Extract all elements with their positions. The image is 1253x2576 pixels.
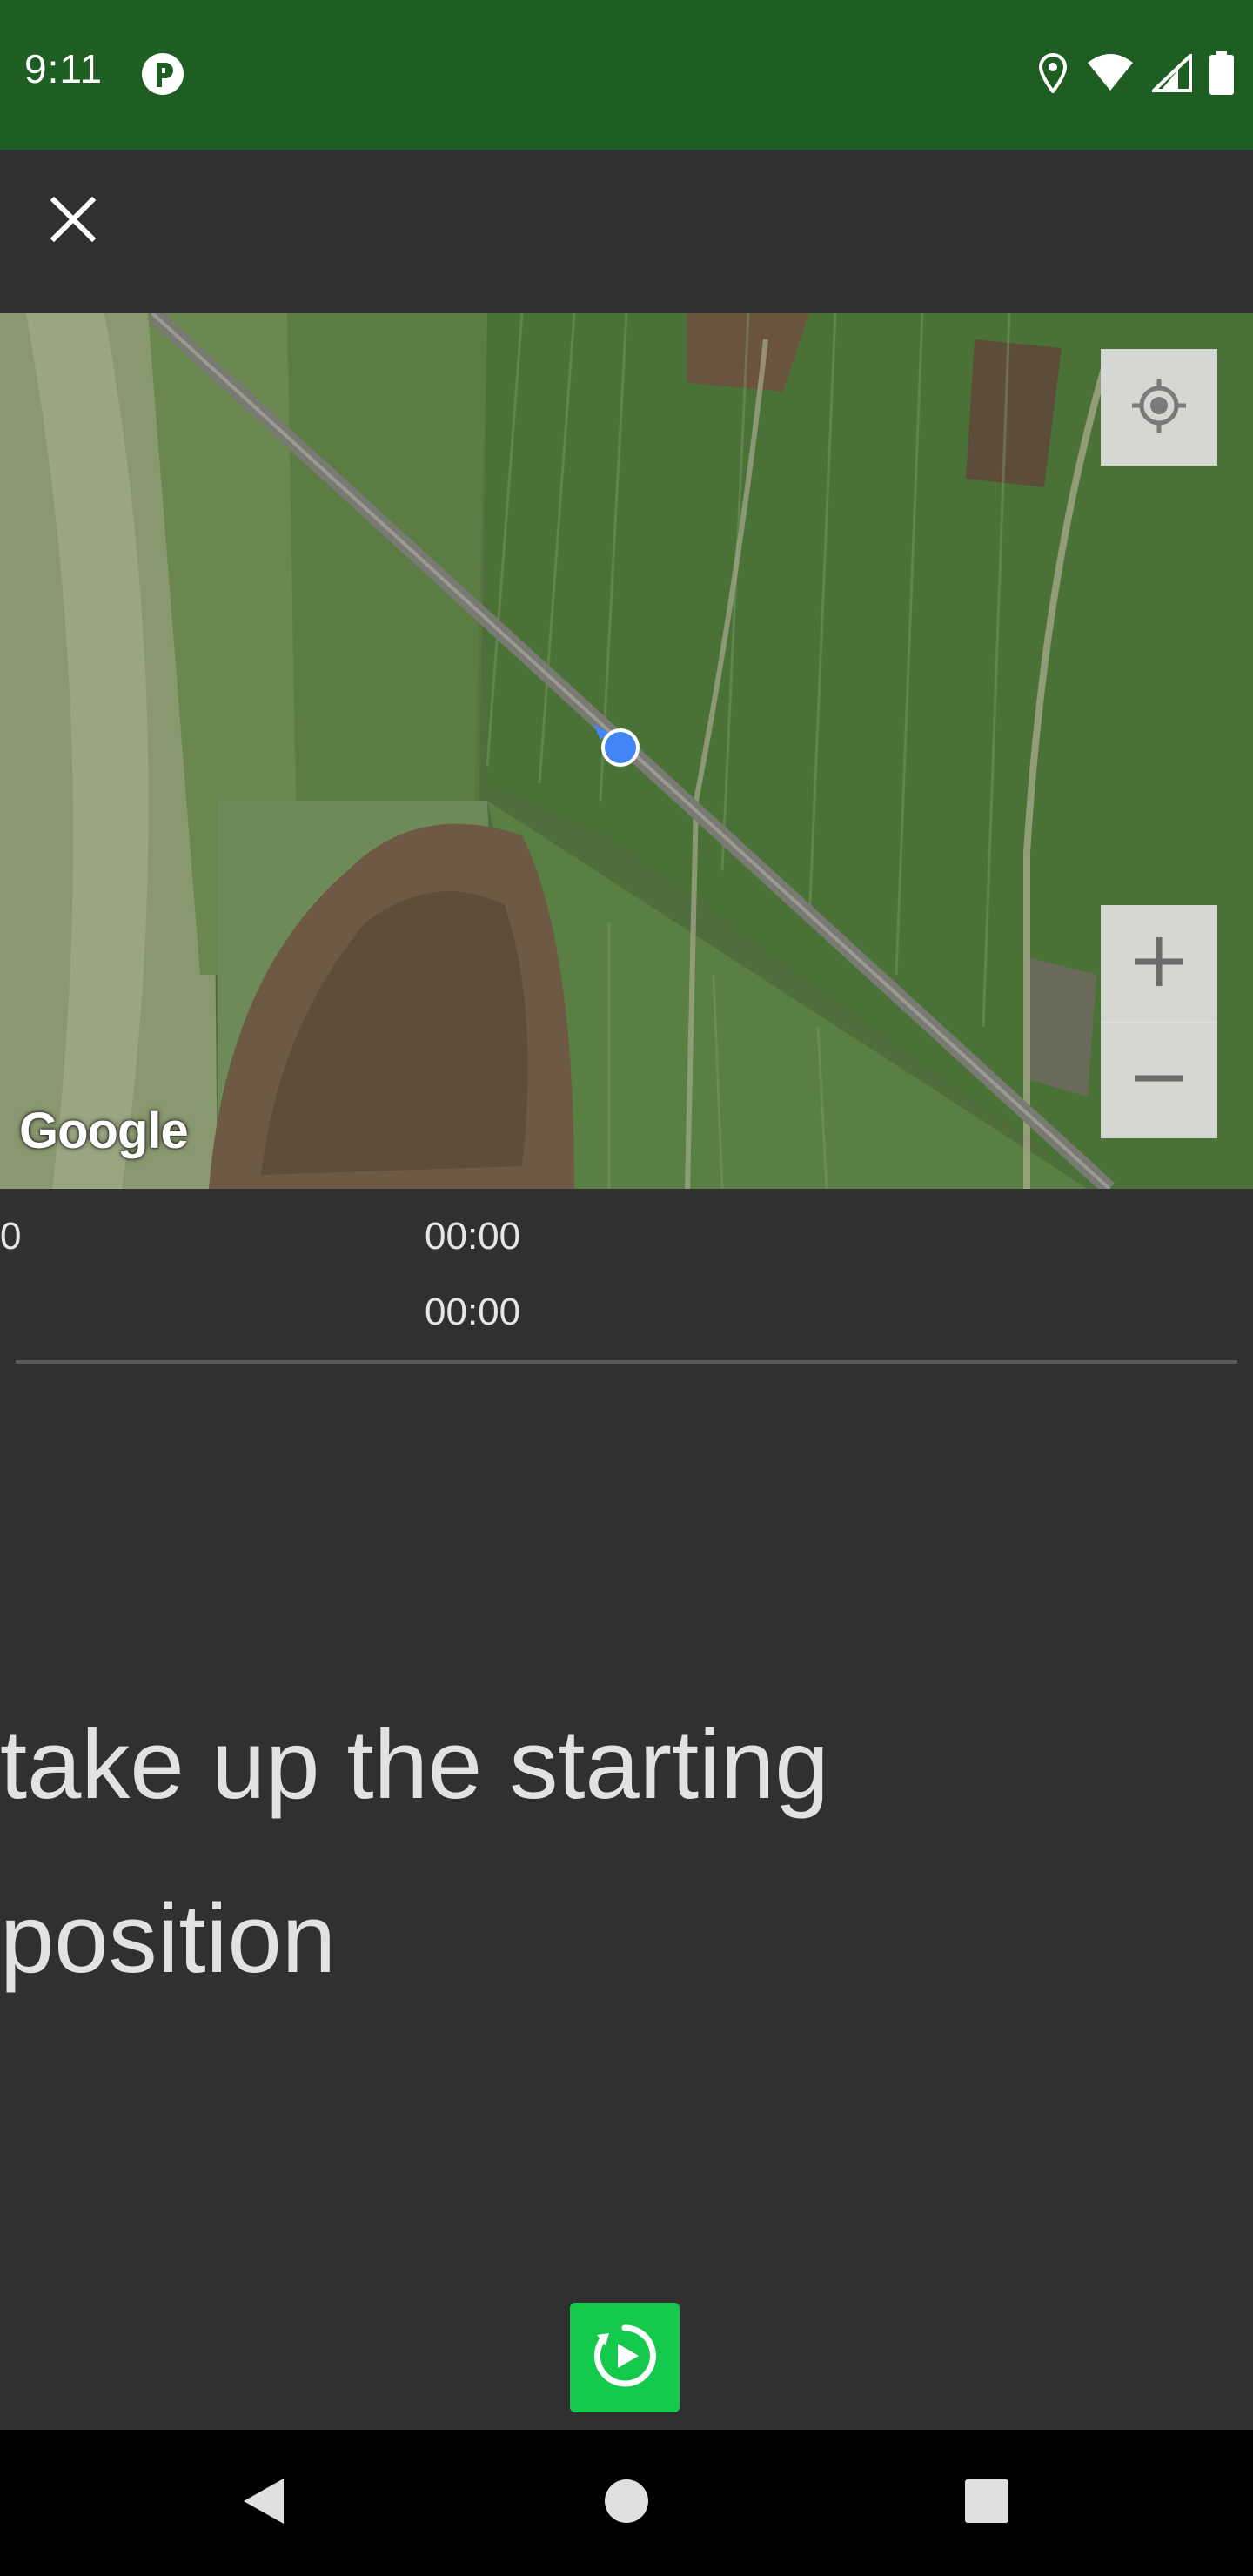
recents-button[interactable]: [952, 2468, 1022, 2538]
battery-icon: [1209, 50, 1234, 99]
start-timer-button[interactable]: [570, 2303, 680, 2412]
close-button[interactable]: [38, 186, 108, 256]
cell-signal-icon: [1149, 50, 1192, 97]
status-icons: [1037, 50, 1234, 99]
home-button[interactable]: [592, 2468, 661, 2538]
toolbar: [0, 150, 1253, 313]
back-button[interactable]: [228, 2468, 298, 2538]
distance-value: 0: [0, 1215, 22, 1258]
status-bar: 9:11: [0, 0, 1253, 150]
wifi-icon: [1086, 53, 1135, 97]
instruction-line-1: take up the starting: [0, 1710, 829, 1819]
google-logo: Google: [19, 1103, 189, 1159]
my-location-icon: [1129, 375, 1189, 440]
zoom-in-button[interactable]: [1101, 905, 1217, 1023]
close-icon: [50, 196, 97, 246]
divider: [16, 1360, 1237, 1364]
home-icon: [603, 2478, 650, 2529]
status-time: 9:11: [24, 46, 104, 91]
secondary-time-value: 00:00: [425, 1291, 521, 1333]
plus-icon: [1131, 934, 1187, 994]
timer-play-icon: [592, 2323, 658, 2393]
minus-icon: [1131, 1050, 1187, 1110]
elapsed-time-value: 00:00: [425, 1215, 521, 1258]
my-location-button[interactable]: [1101, 349, 1217, 466]
map-view[interactable]: Google: [0, 313, 1253, 1189]
system-nav-bar: [0, 2430, 1253, 2576]
location-icon: [1037, 52, 1069, 97]
zoom-out-button[interactable]: [1101, 1022, 1217, 1138]
instruction-line-2: position: [0, 1884, 337, 1993]
app-notification-icon: [141, 52, 184, 96]
instruction-text: take up the starting position: [0, 1678, 1096, 2026]
back-icon: [238, 2475, 287, 2532]
recents-icon: [964, 2479, 1009, 2528]
user-location-icon: [590, 717, 651, 782]
